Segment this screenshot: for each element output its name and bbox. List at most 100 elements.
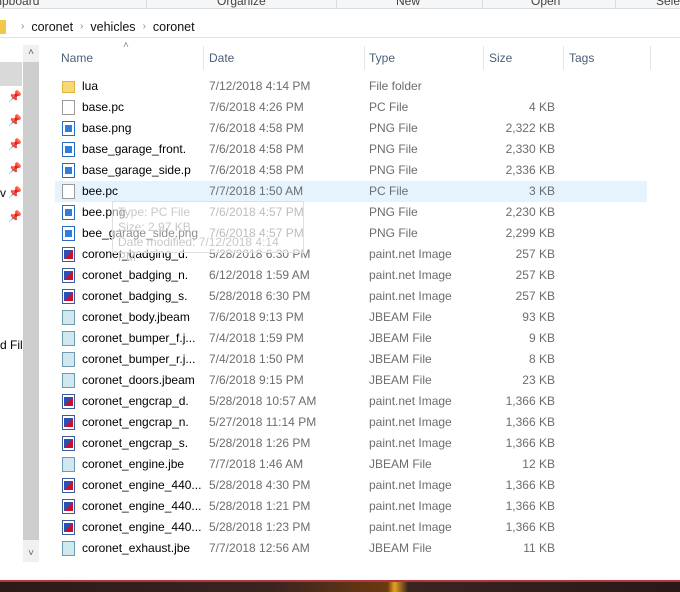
file-date: 5/28/2018 4:30 PM: [209, 478, 311, 492]
ribbon: Clipboard Organize New Open Select: [0, 0, 680, 9]
column-header-tags[interactable]: Tags: [569, 46, 594, 70]
jbeam-file-icon: [62, 310, 75, 325]
divider[interactable]: [203, 46, 204, 70]
divider[interactable]: [483, 46, 484, 70]
file-name: coronet_engcrap_d.: [82, 394, 189, 408]
file-type: paint.net Image: [369, 289, 452, 303]
file-name: base.pc: [82, 100, 125, 114]
tooltip-size: Size: 2.97 KB: [118, 220, 191, 234]
file-row[interactable]: base_garage_front. 7/6/2018 4:58 PM PNG …: [55, 139, 647, 160]
file-name: coronet_doors.jbeam: [82, 373, 195, 387]
file-row[interactable]: bee.pc 7/7/2018 1:50 AM PC File 3 KB: [55, 181, 647, 202]
divider[interactable]: [650, 46, 651, 70]
breadcrumb-vehicles[interactable]: vehicles: [90, 20, 135, 34]
file-type: paint.net Image: [369, 268, 452, 282]
file-row[interactable]: coronet_engine.jbe 7/7/2018 1:46 AM JBEA…: [55, 454, 647, 475]
file-row[interactable]: base.png 7/6/2018 4:58 PM PNG File 2,322…: [55, 118, 647, 139]
nav-item-label[interactable]: d Fil: [0, 338, 23, 352]
file-row[interactable]: coronet_engcrap_n. 5/27/2018 11:14 PM pa…: [55, 412, 647, 433]
file-row[interactable]: coronet_engine_440... 5/28/2018 1:23 PM …: [55, 517, 647, 538]
pin-icon: 📌: [8, 163, 22, 175]
file-row[interactable]: coronet_engine_440... 5/28/2018 4:30 PM …: [55, 475, 647, 496]
file-name: coronet_engine_440...: [82, 478, 202, 492]
tooltip-type: Type: PC File: [118, 205, 191, 219]
scroll-up-icon[interactable]: ˄: [23, 45, 39, 61]
file-row[interactable]: coronet_badging_s. 5/28/2018 6:30 PM pai…: [55, 286, 647, 307]
file-name: coronet_engcrap_s.: [82, 436, 189, 450]
file-row[interactable]: coronet_doors.jbeam 7/6/2018 9:15 PM JBE…: [55, 370, 647, 391]
file-name: base.png: [82, 121, 132, 135]
file-date: 5/28/2018 10:57 AM: [209, 394, 317, 408]
column-header-name[interactable]: Name: [61, 46, 93, 70]
file-row[interactable]: base.pc 7/6/2018 4:26 PM PC File 4 KB: [55, 97, 647, 118]
jbeam-file-icon: [62, 352, 75, 367]
file-type: paint.net Image: [369, 520, 452, 534]
divider[interactable]: [563, 46, 564, 70]
file-row[interactable]: base_garage_side.p 7/6/2018 4:58 PM PNG …: [55, 160, 647, 181]
nav-item-selected[interactable]: [0, 62, 22, 86]
scrollbar-thumb[interactable]: [23, 62, 39, 540]
file-type: File folder: [369, 79, 422, 93]
file-row[interactable]: coronet_badging_n. 6/12/2018 1:59 AM pai…: [55, 265, 647, 286]
file-row[interactable]: lua 7/12/2018 4:14 PM File folder: [55, 76, 647, 97]
file-row[interactable]: coronet_engcrap_s. 5/28/2018 1:26 PM pai…: [55, 433, 647, 454]
nav-item-label[interactable]: v: [0, 186, 6, 200]
file-name: lua: [82, 79, 99, 93]
file-row[interactable]: coronet_exhaust.jbe 7/7/2018 12:56 AM JB…: [55, 538, 647, 559]
file-row[interactable]: coronet_bumper_r.j... 7/4/2018 1:50 PM J…: [55, 349, 647, 370]
png-image-icon: [62, 142, 75, 157]
file-size: 2,336 KB: [505, 163, 555, 177]
file-type: paint.net Image: [369, 499, 452, 513]
file-date: 7/6/2018 4:26 PM: [209, 100, 304, 114]
file-size: 1,366 KB: [505, 520, 555, 534]
breadcrumb-coronet[interactable]: coronet: [31, 20, 73, 34]
file-date: 5/28/2018 1:23 PM: [209, 520, 311, 534]
file-size: 2,330 KB: [505, 142, 555, 156]
nav-scrollbar[interactable]: ˄ ˅: [23, 45, 39, 562]
file-date: 7/7/2018 12:56 AM: [209, 541, 310, 555]
column-header-date[interactable]: Date: [209, 46, 234, 70]
pin-icon: 📌: [8, 187, 22, 199]
divider: [615, 0, 616, 8]
divider: [146, 0, 147, 8]
file-type: PNG File: [369, 163, 418, 177]
folder-icon: [0, 19, 6, 34]
paintnet-image-icon: [62, 289, 75, 304]
file-name: coronet_exhaust.jbe: [82, 541, 191, 555]
file-date: 5/27/2018 11:14 PM: [209, 415, 317, 429]
divider: [482, 0, 483, 8]
sort-ascending-icon: ˄: [123, 40, 129, 51]
file-date: 5/28/2018 1:21 PM: [209, 499, 311, 513]
file-name: base_garage_side.p: [82, 163, 191, 177]
column-header-size[interactable]: Size: [489, 46, 512, 70]
address-bar[interactable]: › coronet › vehicles › coronet: [0, 16, 680, 38]
scroll-down-icon[interactable]: ˅: [23, 546, 39, 562]
divider[interactable]: [364, 46, 365, 70]
file-type: paint.net Image: [369, 247, 452, 261]
file-size: 12 KB: [522, 457, 555, 471]
paintnet-image-icon: [62, 499, 75, 514]
file-row[interactable]: coronet_engine_440... 5/28/2018 1:21 PM …: [55, 496, 647, 517]
breadcrumb-coronet-current[interactable]: coronet: [153, 20, 195, 34]
file-type: JBEAM File: [369, 541, 432, 555]
ribbon-group-organize: Organize: [217, 0, 266, 8]
file-row[interactable]: coronet_bumper_f.j... 7/4/2018 1:59 PM J…: [55, 328, 647, 349]
file-name: base_garage_front.: [82, 142, 187, 156]
column-header-type[interactable]: Type: [369, 46, 395, 70]
tooltip-modified: Date modified: 7/12/2018 4:14 PM: [118, 235, 279, 264]
file-row[interactable]: coronet_body.jbeam 7/6/2018 9:13 PM JBEA…: [55, 307, 647, 328]
file-name: coronet_engine_440...: [82, 499, 202, 513]
pin-icon: 📌: [8, 91, 22, 103]
file-row[interactable]: coronet_engcrap_d. 5/28/2018 10:57 AM pa…: [55, 391, 647, 412]
paintnet-image-icon: [62, 520, 75, 535]
file-size: 93 KB: [522, 310, 555, 324]
file-type: PC File: [369, 184, 409, 198]
file-size: 1,366 KB: [505, 415, 555, 429]
file-name: coronet_badging_n.: [82, 268, 189, 282]
pin-icon: 📌: [8, 139, 22, 151]
file-type: JBEAM File: [369, 457, 432, 471]
chevron-right-icon: ›: [142, 21, 146, 32]
ribbon-group-clipboard: Clipboard: [0, 0, 40, 8]
chevron-right-icon: ›: [21, 21, 25, 32]
file-name: bee.pc: [82, 184, 119, 198]
